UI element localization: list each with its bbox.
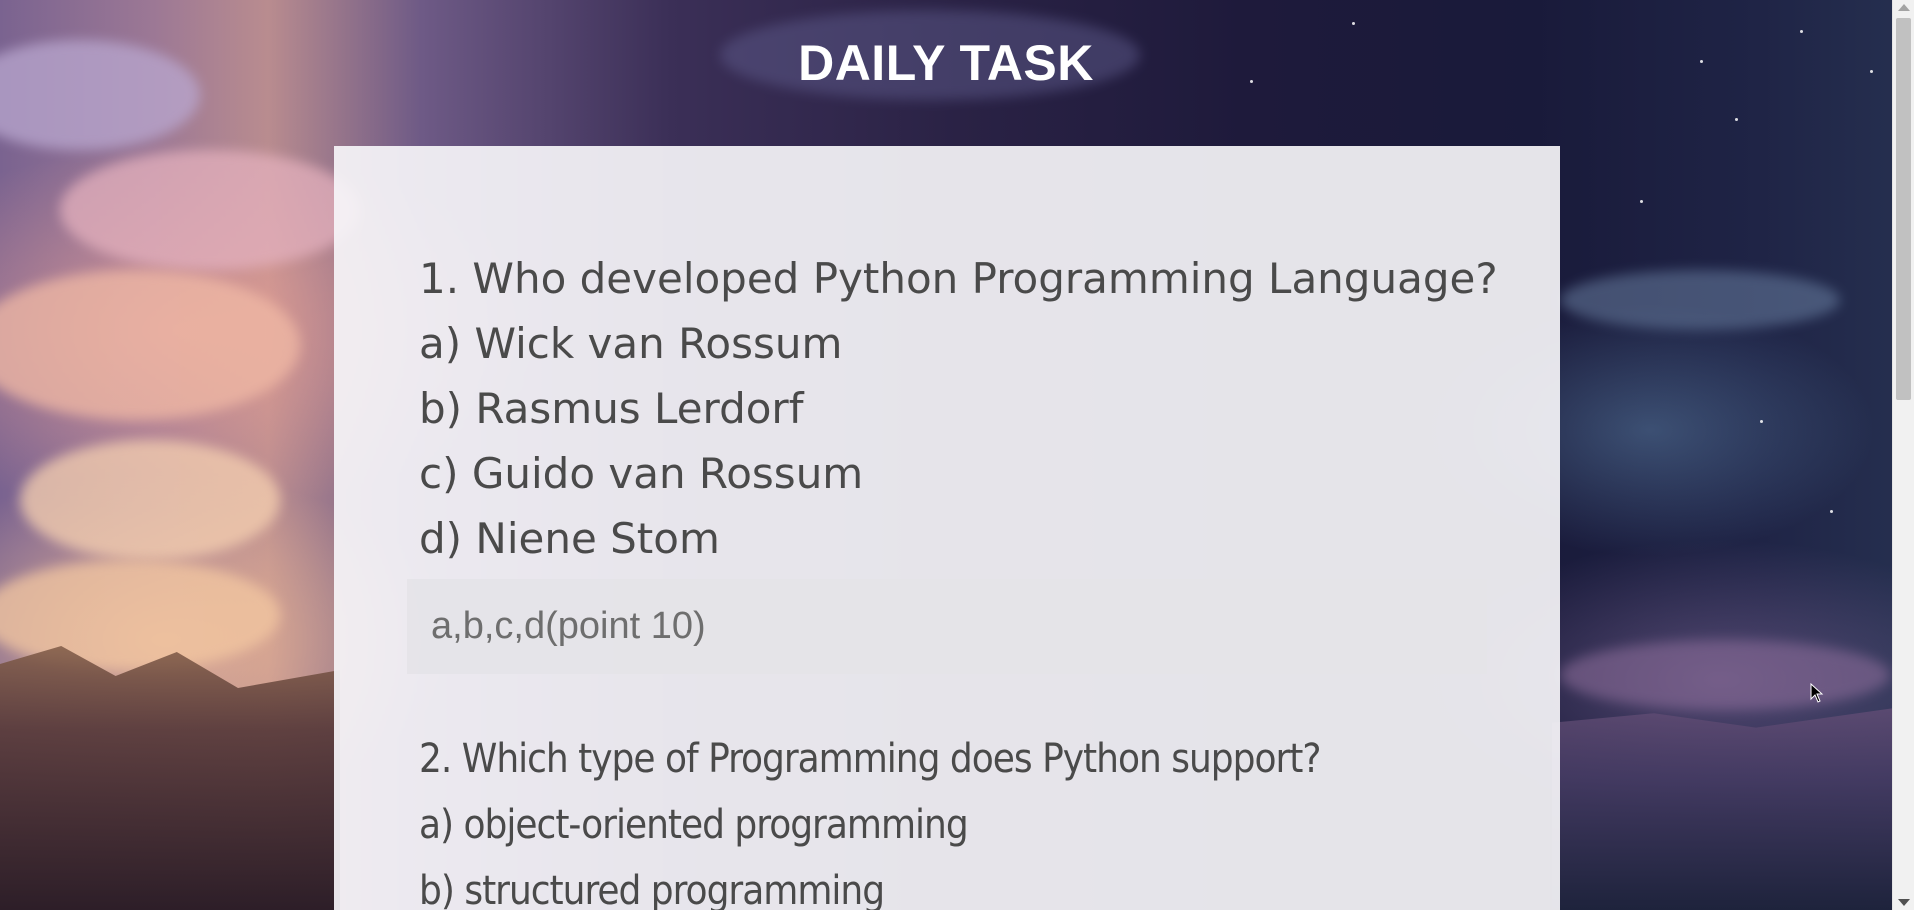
star-decoration [1352,22,1355,25]
vertical-scrollbar[interactable] [1892,0,1914,910]
question-1-option-c: c) Guido van Rossum [419,449,864,498]
question-1-option-b: b) Rasmus Lerdorf [419,384,804,433]
star-decoration [1830,510,1833,513]
cloud-decoration [1560,640,1890,710]
cloud-decoration [60,150,360,270]
question-1-option-d: d) Niene Stom [419,514,720,563]
star-decoration [1760,420,1763,423]
star-decoration [1800,30,1803,33]
question-2: 2. Which type of Programming does Python… [419,726,1321,910]
cloud-decoration [20,440,280,560]
question-2-option-a: a) object-oriented programming [419,802,969,848]
question-1: 1. Who developed Python Programming Lang… [419,246,1498,571]
question-2-text: 2. Which type of Programming does Python… [419,736,1321,782]
star-decoration [1735,118,1738,121]
scroll-down-arrow-icon[interactable] [1898,899,1910,906]
scrollbar-thumb[interactable] [1896,18,1911,400]
page-background: DAILY TASK 1. Who developed Python Progr… [0,0,1914,910]
question-1-option-a: a) Wick van Rossum [419,319,843,368]
question-1-text: 1. Who developed Python Programming Lang… [419,254,1498,303]
scroll-up-arrow-icon[interactable] [1898,4,1910,11]
cloud-decoration [1560,270,1840,330]
star-decoration [1640,200,1643,203]
quiz-card: 1. Who developed Python Programming Lang… [334,146,1560,910]
cloud-decoration [0,270,300,420]
question-2-option-b: b) structured programming [419,868,885,910]
landscape-left [0,646,340,910]
mouse-pointer-icon [1810,683,1824,703]
question-1-answer-input[interactable] [407,579,1487,674]
page-title: DAILY TASK [798,35,1094,91]
